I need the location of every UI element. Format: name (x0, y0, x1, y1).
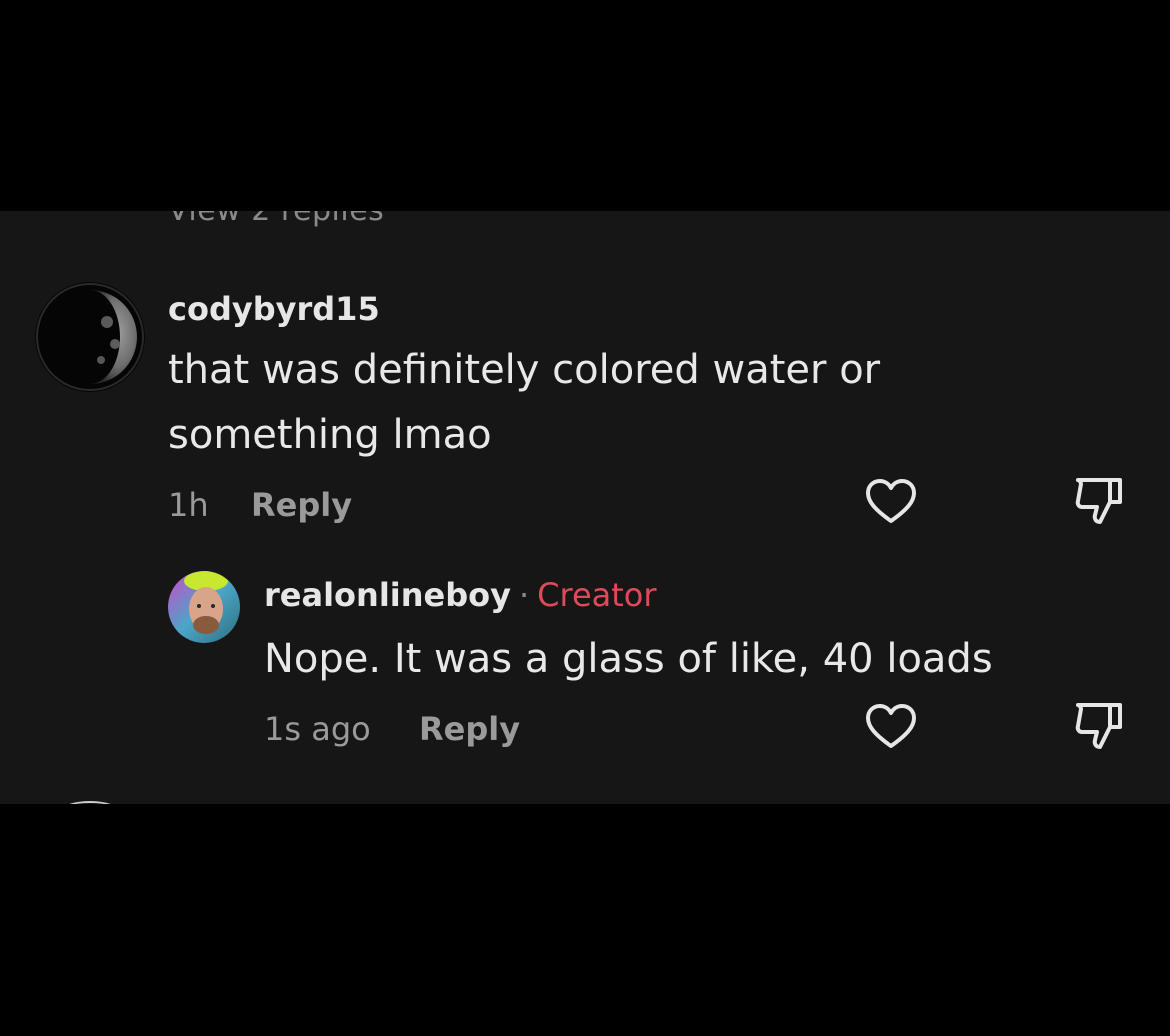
moon-avatar-icon (35, 282, 145, 392)
avatar[interactable] (35, 282, 145, 392)
comment-text-line-1: that was definitely colored water or (168, 347, 881, 393)
reply-dislike-button[interactable] (1072, 699, 1126, 753)
heart-icon (866, 704, 916, 748)
view-replies-link[interactable]: View 2 replies (168, 211, 384, 228)
reply-button[interactable]: Reply (251, 486, 352, 524)
reply-avatar[interactable] (168, 571, 240, 643)
dislike-icon (1075, 703, 1122, 749)
comment-username[interactable]: codybyrd15 (168, 290, 380, 328)
comments-panel: View 2 replies codybyrd15 th (0, 211, 1170, 804)
dislike-icon (1075, 478, 1122, 524)
reply-text: Nope. It was a glass of like, 40 loads (264, 636, 993, 682)
reply-like-button[interactable] (864, 701, 918, 755)
user-avatar-icon (168, 571, 240, 643)
reply-reply-button[interactable]: Reply (419, 710, 520, 748)
creator-badge: Creator (537, 576, 657, 614)
like-button[interactable] (864, 476, 918, 530)
separator-dot: · (518, 576, 530, 614)
screenshot-frame: View 2 replies codybyrd15 th (0, 0, 1170, 1036)
comment-timestamp: 1h (168, 486, 209, 524)
dislike-button[interactable] (1072, 474, 1126, 528)
reply-author-line: realonlineboy · Creator (264, 576, 657, 614)
heart-icon (866, 479, 916, 523)
next-comment-avatar-edge (60, 801, 120, 804)
reply-timestamp: 1s ago (264, 710, 371, 748)
reply-username[interactable]: realonlineboy (264, 576, 511, 614)
comment-text-line-2: something lmao (168, 412, 492, 458)
